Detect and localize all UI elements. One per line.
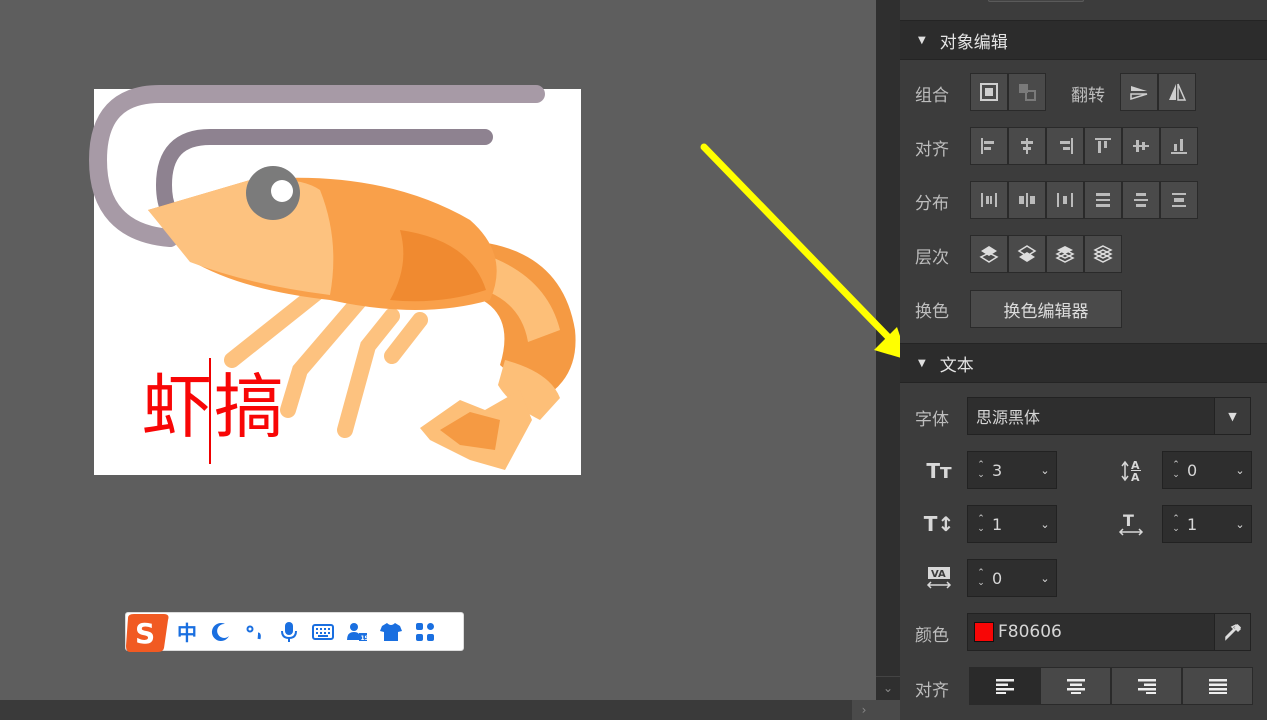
- align-right-icon[interactable]: [1046, 127, 1084, 165]
- color-swatch[interactable]: [974, 622, 994, 642]
- apps-grid-icon[interactable]: [408, 617, 442, 647]
- text-align-left-icon[interactable]: [969, 667, 1040, 705]
- distribute-top-icon[interactable]: [1084, 181, 1122, 219]
- send-backward-icon[interactable]: [1046, 235, 1084, 273]
- microphone-icon[interactable]: [272, 617, 306, 647]
- chevron-down-icon[interactable]: ⌄: [1034, 464, 1056, 477]
- font-family-select[interactable]: 思源黑体 ▼: [967, 397, 1251, 435]
- collapse-triangle-icon[interactable]: ▼: [918, 35, 926, 46]
- collapse-triangle-icon[interactable]: ▼: [918, 358, 926, 369]
- align-left-icon[interactable]: [970, 127, 1008, 165]
- text-section-title: 文本: [939, 355, 974, 376]
- svg-text:A: A: [1131, 471, 1140, 484]
- ungroup-icon[interactable]: [1008, 73, 1046, 111]
- text-align-label: 对齐: [915, 681, 949, 701]
- svg-text:S: S: [135, 617, 155, 650]
- bring-to-front-icon[interactable]: [970, 235, 1008, 273]
- char-width-value: 1: [1187, 514, 1198, 534]
- align-label: 对齐: [915, 140, 949, 160]
- align-middle-v-icon[interactable]: [1122, 127, 1160, 165]
- letter-spacing-value: 0: [992, 568, 1003, 588]
- text-align-group: [969, 667, 1253, 705]
- properties-panel: ▼ 对象编辑 组合 翻转 对齐 分布 层次 换色 换色编辑器 ▼ 文本 字体 思…: [900, 0, 1267, 720]
- font-label: 字体: [915, 410, 949, 430]
- distribute-center-h-icon[interactable]: [1008, 181, 1046, 219]
- shrimp-illustration[interactable]: [0, 0, 876, 700]
- chevron-down-icon[interactable]: ⌄: [1229, 464, 1251, 477]
- align-top-icon[interactable]: [1084, 127, 1122, 165]
- horizontal-scrollbar[interactable]: [0, 700, 876, 720]
- stepper-arrows-icon[interactable]: ⌃ ⌄: [1163, 460, 1185, 480]
- vertical-scrollbar[interactable]: ⌄: [876, 0, 900, 720]
- ime-toolbar[interactable]: S 中 19: [124, 612, 464, 652]
- line-height-stepper[interactable]: ⌃ ⌄ 1 ⌄: [967, 505, 1057, 543]
- flip-label: 翻转: [1071, 86, 1105, 106]
- chevron-down-icon[interactable]: ⌄: [1034, 572, 1056, 585]
- align-center-h-icon[interactable]: [1008, 127, 1046, 165]
- object-edit-title: 对象编辑: [939, 32, 1008, 53]
- stepper-arrows-icon[interactable]: ⌃ ⌄: [968, 460, 990, 480]
- baseline-stepper[interactable]: ⌃ ⌄ 0 ⌄: [1162, 451, 1252, 489]
- bring-forward-icon[interactable]: [1008, 235, 1046, 273]
- flip-horizontal-icon[interactable]: [1158, 73, 1196, 111]
- canvas-area[interactable]: 虾搞 S 中 19: [0, 0, 876, 700]
- swap-color-label: 换色: [915, 302, 949, 322]
- object-edit-section-header[interactable]: ▼ 对象编辑: [900, 20, 1267, 60]
- scroll-down-icon[interactable]: ⌄: [876, 676, 900, 698]
- text-align-justify-icon[interactable]: [1182, 667, 1253, 705]
- text-align-right-icon[interactable]: [1111, 667, 1182, 705]
- chevron-down-icon[interactable]: ⌄: [1034, 518, 1056, 531]
- punctuation-icon[interactable]: [238, 617, 272, 647]
- letter-spacing-icon: VA: [922, 561, 956, 595]
- svg-text:T: T: [1123, 511, 1134, 530]
- baseline-shift-icon: AA: [1116, 454, 1150, 488]
- chevron-down-icon[interactable]: ▼: [1214, 398, 1250, 434]
- sogou-logo-icon[interactable]: S: [124, 612, 170, 652]
- distribute-right-icon[interactable]: [1046, 181, 1084, 219]
- char-width-icon: T: [1114, 507, 1148, 541]
- distribute-middle-v-icon[interactable]: [1122, 181, 1160, 219]
- line-height-value: 1: [992, 514, 1003, 534]
- chinese-mode-icon[interactable]: 中: [170, 617, 204, 647]
- align-bottom-icon[interactable]: [1160, 127, 1198, 165]
- swap-color-editor-button[interactable]: 换色编辑器: [970, 290, 1122, 328]
- text-align-center-icon[interactable]: [1040, 667, 1111, 705]
- font-family-value: 思源黑体: [976, 408, 1041, 427]
- font-size-value: 3: [992, 460, 1003, 480]
- eyedropper-icon[interactable]: [1214, 614, 1250, 650]
- font-size-stepper[interactable]: ⌃ ⌄ 3 ⌄: [967, 451, 1057, 489]
- distribute-bottom-icon[interactable]: [1160, 181, 1198, 219]
- letter-spacing-stepper[interactable]: ⌃ ⌄ 0 ⌄: [967, 559, 1057, 597]
- shirt-icon[interactable]: [374, 617, 408, 647]
- color-field[interactable]: F80606: [967, 613, 1251, 651]
- send-to-back-icon[interactable]: [1084, 235, 1122, 273]
- text-caret: [209, 358, 211, 464]
- color-hex-value[interactable]: F80606: [994, 622, 1214, 642]
- keyboard-icon[interactable]: [306, 617, 340, 647]
- svg-text:VA: VA: [931, 569, 946, 580]
- text-section-header[interactable]: ▼ 文本: [900, 343, 1267, 383]
- scroll-right-icon[interactable]: ›: [852, 700, 876, 720]
- chevron-down-icon[interactable]: ⌄: [1229, 518, 1251, 531]
- scroll-corner: [876, 700, 900, 720]
- group-label: 组合: [915, 86, 949, 106]
- panel-top-strip: [900, 0, 1267, 20]
- char-width-stepper[interactable]: ⌃ ⌄ 1 ⌄: [1162, 505, 1252, 543]
- svg-text:19: 19: [361, 635, 369, 642]
- layer-label: 层次: [915, 248, 949, 268]
- font-size-icon: Tт: [926, 459, 952, 483]
- baseline-value: 0: [1187, 460, 1198, 480]
- user-card-icon[interactable]: 19: [340, 617, 374, 647]
- line-height-icon: T↕: [923, 512, 955, 536]
- flip-vertical-icon[interactable]: [1120, 73, 1158, 111]
- group-icon[interactable]: [970, 73, 1008, 111]
- moon-icon[interactable]: [204, 617, 238, 647]
- stepper-arrows-icon[interactable]: ⌃ ⌄: [1163, 514, 1185, 534]
- canvas-text[interactable]: 虾搞: [142, 372, 286, 442]
- distribute-label: 分布: [915, 194, 949, 214]
- distribute-left-icon[interactable]: [970, 181, 1008, 219]
- color-label: 颜色: [915, 626, 949, 646]
- stepper-arrows-icon[interactable]: ⌃ ⌄: [968, 568, 990, 588]
- stepper-arrows-icon[interactable]: ⌃ ⌄: [968, 514, 990, 534]
